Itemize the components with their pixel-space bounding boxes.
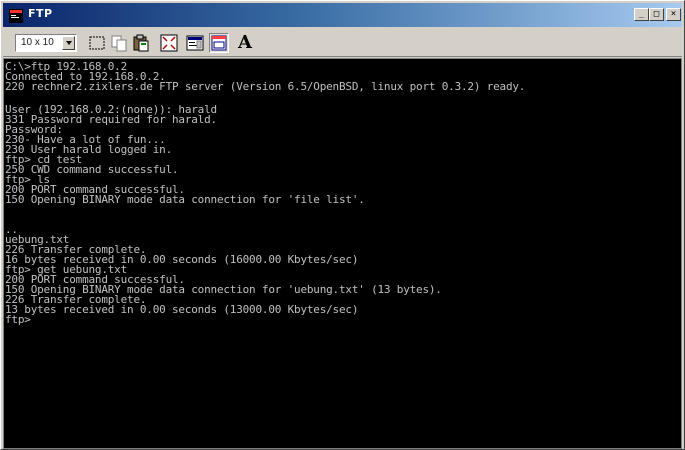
font-icon: A [238,32,252,53]
console-line: 220 rechner2.zixlers.de FTP server (Vers… [5,80,526,93]
chevron-down-icon[interactable] [62,36,75,50]
copy-button[interactable] [109,33,129,53]
console-toolbar: 10 x 10 A [3,28,682,57]
minimize-button[interactable]: _ [634,8,649,21]
console-output[interactable]: C:\>ftp 192.168.0.2 Connected to 192.168.… [3,58,682,449]
mark-icon [89,36,105,50]
paste-icon [133,34,149,52]
mark-button[interactable] [87,33,107,53]
properties-button[interactable] [185,33,205,53]
title-bar[interactable]: FTP _ □ × [3,3,682,27]
ftp-console-window: FTP _ □ × 10 x 10 A C:\>ftp 192.168.0.2 … [0,0,685,450]
fullscreen-button[interactable] [159,33,179,53]
properties-icon [186,35,204,51]
font-size-select[interactable]: 10 x 10 [15,34,77,52]
font-button[interactable]: A [235,33,255,53]
fullscreen-icon [160,34,178,52]
paste-button[interactable] [131,33,151,53]
copy-icon [111,35,127,52]
close-icon: × [670,9,677,19]
maximize-button[interactable]: □ [649,8,664,21]
maximize-icon: □ [653,9,660,19]
background-icon [211,35,227,51]
font-size-value: 10 x 10 [21,37,54,48]
console-app-icon[interactable] [9,8,23,23]
console-line: 150 Opening BINARY mode data connection … [5,193,365,206]
console-line: ftp> [5,313,31,326]
minimize-icon: _ [638,9,645,19]
console-line: 13 bytes received in 0.00 seconds (13000… [5,303,359,316]
background-button[interactable] [209,33,229,53]
window-title: FTP [28,7,53,20]
close-button[interactable]: × [666,8,681,21]
